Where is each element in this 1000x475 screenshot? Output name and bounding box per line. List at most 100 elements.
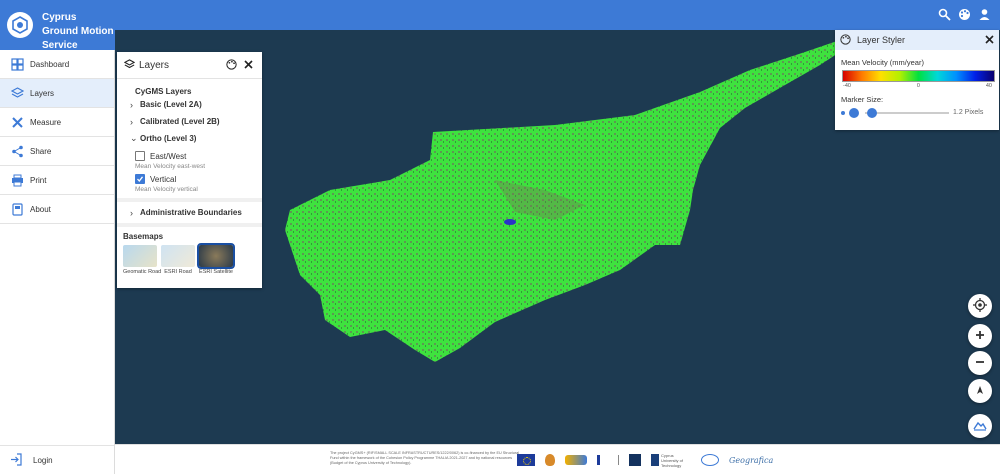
about-icon — [10, 202, 24, 216]
marker-preview-large-icon — [849, 108, 859, 118]
close-icon[interactable] — [243, 59, 255, 71]
basemap-geomatic-road[interactable]: Geomatic Road — [123, 245, 162, 275]
sidebar-item-label: Layers — [30, 88, 55, 98]
search-icon[interactable] — [938, 8, 952, 22]
layer-description: Mean Velocity vertical — [135, 186, 198, 193]
chevron-right-icon: › — [130, 207, 133, 218]
zoom-out-button[interactable] — [968, 351, 992, 375]
dashboard-icon — [10, 57, 24, 71]
layer-description: Mean Velocity east-west — [135, 163, 206, 170]
basemap-esri-road[interactable]: ESRI Road — [161, 245, 195, 275]
zoom-in-button[interactable] — [968, 324, 992, 348]
basemap-esri-satellite[interactable]: ESRI Satellite — [197, 243, 235, 275]
basemaps-heading: Basemaps — [123, 232, 164, 241]
sidebar-item-label: Measure — [30, 117, 62, 127]
group-label: Basic (Level 2A) — [140, 100, 202, 109]
funding-note: The project CyGMS+ (RIF/SMALL SCALE INFR… — [330, 451, 520, 465]
velocity-label: Mean Velocity (mm/year) — [841, 58, 924, 67]
layers-panel-title: Layers — [139, 59, 170, 71]
group-calibrated[interactable]: › Calibrated (Level 2B) — [130, 113, 262, 130]
layer-styler-title: Layer Styler — [857, 35, 906, 45]
ramp-zero-label: 0 — [916, 83, 920, 89]
app-title: Cyprus Ground Motion Service — [42, 12, 114, 51]
group-basic[interactable]: › Basic (Level 2A) — [130, 96, 262, 113]
layer-label: East/West — [150, 151, 187, 161]
basemap-label: Geomatic Road — [123, 269, 162, 275]
funding-footer: The project CyGMS+ (RIF/SMALL SCALE INFR… — [115, 444, 1000, 475]
app-brand: Cyprus Ground Motion Service — [0, 0, 115, 51]
chevron-down-icon: ⌄ — [130, 133, 138, 143]
layer-styler-panel: Layer Styler Mean Velocity (mm/year) -40… — [835, 30, 999, 130]
sidebar-item-label: Dashboard — [30, 59, 70, 69]
checkbox-east-west[interactable] — [135, 151, 145, 161]
geografica-logo: Geografica — [729, 455, 774, 465]
basemap-thumbnail — [161, 245, 195, 267]
sidebar-item-about[interactable]: About — [0, 195, 114, 224]
north-arrow-icon — [975, 385, 985, 397]
sidebar-item-label: Print — [30, 175, 47, 185]
marker-size-label: Marker Size: — [841, 95, 884, 104]
thalia-logo — [565, 455, 587, 465]
basemap-label: ESRI Satellite — [199, 269, 233, 275]
palette-icon — [840, 33, 851, 47]
cygms-layers-heading: CyGMS Layers — [135, 87, 192, 96]
marker-size-value: 1.2 Pixels — [953, 109, 984, 116]
basemap-thumbnail — [197, 243, 235, 269]
login-button[interactable]: Login — [0, 445, 114, 474]
sidebar-item-dashboard[interactable]: Dashboard — [0, 50, 114, 79]
sidebar-item-measure[interactable]: Measure — [0, 108, 114, 137]
minus-icon — [975, 357, 985, 369]
basemap-thumbnail — [123, 245, 157, 267]
group-label: Ortho (Level 3) — [140, 134, 197, 143]
geonet-logo — [701, 454, 719, 466]
print-icon — [10, 173, 24, 187]
layers-icon — [10, 86, 24, 100]
reset-north-button[interactable] — [968, 379, 992, 403]
divider — [117, 223, 262, 227]
velocity-color-ramp — [842, 70, 995, 82]
checkbox-vertical[interactable] — [135, 174, 145, 184]
group-label: Administrative Boundaries — [140, 208, 242, 217]
layers-icon — [123, 58, 136, 72]
layer-east-west[interactable]: East/West — [135, 150, 262, 162]
login-icon — [10, 452, 23, 468]
chevron-right-icon: › — [130, 99, 133, 110]
layer-label: Vertical — [150, 174, 177, 184]
elevation-profile-button[interactable] — [968, 414, 992, 438]
group-ortho[interactable]: ⌄ Ortho (Level 3) — [130, 130, 262, 147]
divider — [117, 198, 262, 202]
chevron-right-icon: › — [130, 116, 133, 127]
marker-size-control: 1.2 Pixels — [835, 107, 999, 121]
ramp-max-label: 40 — [985, 83, 992, 89]
cut-logo: Cyprus University of Technology — [651, 453, 691, 468]
locate-button[interactable] — [968, 294, 992, 318]
top-bar — [115, 0, 1000, 30]
app-logo-icon — [7, 12, 33, 38]
marker-size-slider-thumb[interactable] — [867, 108, 877, 118]
login-label: Login — [33, 455, 53, 465]
sidebar-item-print[interactable]: Print — [0, 166, 114, 195]
user-icon[interactable] — [978, 8, 992, 22]
marker-size-slider[interactable] — [865, 112, 949, 114]
sidebar-item-share[interactable]: Share — [0, 137, 114, 166]
marker-preview-icon — [841, 111, 845, 115]
close-icon[interactable] — [984, 34, 995, 47]
mountain-icon — [973, 419, 987, 433]
plus-icon — [975, 330, 985, 342]
layers-panel-header: Layers — [117, 52, 262, 79]
group-admin-boundaries[interactable]: › Administrative Boundaries — [130, 204, 262, 221]
ramp-min-label: -40 — [843, 83, 851, 89]
layer-vertical[interactable]: Vertical — [135, 173, 262, 185]
sidebar-item-layers[interactable]: Layers — [0, 79, 114, 108]
share-icon — [10, 144, 24, 158]
research-foundation-logo — [597, 455, 619, 465]
measure-icon — [10, 115, 24, 129]
group-label: Calibrated (Level 2B) — [140, 117, 220, 126]
palette-icon[interactable] — [958, 8, 972, 22]
crosshair-icon — [973, 298, 987, 314]
layer-styler-header: Layer Styler — [835, 30, 999, 50]
eu-flag-logo — [517, 454, 535, 466]
palette-icon[interactable] — [226, 59, 238, 71]
sidebar: Dashboard Layers Measure Share Print Abo… — [0, 50, 115, 474]
sidebar-item-label: About — [30, 204, 51, 214]
